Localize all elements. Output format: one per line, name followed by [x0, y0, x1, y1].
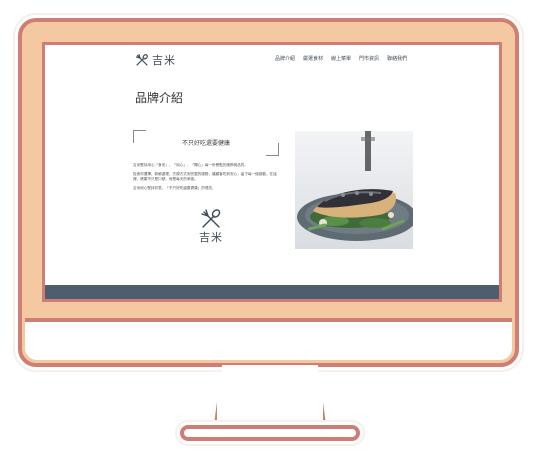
monitor-screen: 吉米 品牌介紹 嚴選食材 線上菜單 門市資訊 聯絡我們 品牌介紹 不只好吃還要健…: [42, 42, 502, 302]
site-logo[interactable]: 吉米: [135, 52, 176, 68]
site-header: 吉米 品牌介紹 嚴選食材 線上菜單 門市資訊 聯絡我們: [125, 52, 425, 68]
food-photo: [295, 131, 413, 249]
intro-paragraph: 吉米用心堅持初衷，「不只好吃還要健康」的理念。: [133, 186, 216, 190]
desktop-illustration: 吉米 品牌介紹 嚴選食材 線上菜單 門市資訊 聯絡我們 品牌介紹 不只好吃還要健…: [0, 0, 540, 460]
monitor-chin: [25, 318, 512, 360]
nav-item-ingredients[interactable]: 嚴選食材: [303, 55, 323, 62]
nav-item-menu[interactable]: 線上菜單: [331, 55, 351, 62]
intro-paragraph: 吉米堅持用心「食安」、「用心」、「關心」每一份餐點的細節與品質。: [133, 163, 248, 167]
slogan-text: 不只好吃還要健康: [181, 140, 230, 147]
nav-item-brand[interactable]: 品牌介紹: [275, 55, 295, 62]
intro-paragraph: 從食材選擇、新鮮處理、烹調方式到完整的服務，讓顧客吃到安心，留下每一個感動。在這…: [133, 172, 277, 181]
fork-and-spoon-icon: [201, 209, 221, 228]
logo-text: 吉米: [152, 54, 176, 67]
nav-item-stores[interactable]: 門市資訊: [359, 55, 379, 62]
monitor-stand-base: [180, 425, 360, 441]
salad-plate-photo: [295, 131, 413, 249]
slogan-box: 不只好吃還要健康: [133, 130, 279, 156]
monitor: 吉米 品牌介紹 嚴選食材 線上菜單 門市資訊 聯絡我們 品牌介紹 不只好吃還要健…: [18, 18, 519, 367]
nav-item-contact[interactable]: 聯絡我們: [387, 55, 407, 62]
monitor-stand-neck: [213, 365, 327, 431]
intro-text: 吉米堅持用心「食安」、「用心」、「關心」每一份餐點的細節與品質。 從食材選擇、新…: [133, 163, 283, 195]
main-nav: 品牌介紹 嚴選食材 線上菜單 門市資訊 聯絡我們: [275, 55, 407, 62]
brand-mark: 吉米: [195, 207, 227, 251]
site-footer-band: [45, 285, 499, 299]
brand-mark-text: 吉米: [199, 231, 223, 244]
page-title: 品牌介紹: [135, 91, 184, 105]
fork-and-spoon-icon: [136, 54, 148, 66]
